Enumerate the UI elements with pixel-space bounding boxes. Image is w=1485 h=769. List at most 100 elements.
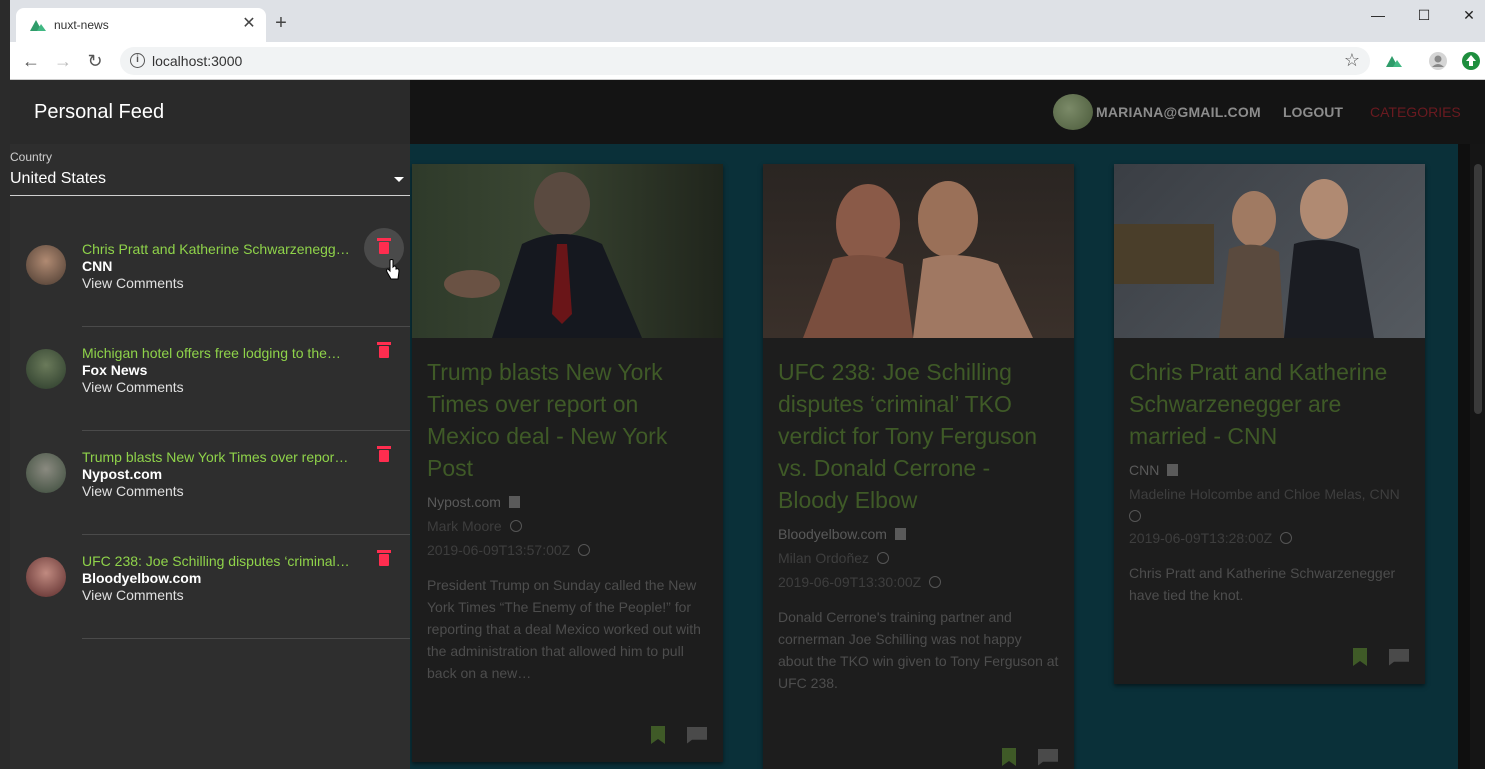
minimize-button[interactable]: — xyxy=(1363,4,1393,26)
alarm-icon xyxy=(1280,532,1293,544)
news-title[interactable]: Chris Pratt and Katherine Schwarzenegger… xyxy=(1129,356,1410,452)
face-icon xyxy=(877,552,890,564)
logout-button[interactable]: LOGOUT xyxy=(1283,104,1343,120)
url-text: localhost:3000 xyxy=(152,53,243,69)
news-date: 2019-06-09T13:30:00Z xyxy=(778,574,922,590)
news-source: Bloodyelbow.com xyxy=(778,526,887,542)
user-email[interactable]: MARIANA@GMAIL.COM xyxy=(1096,104,1261,120)
browser-tab[interactable]: nuxt-news ✕ xyxy=(16,8,266,42)
favorite-title[interactable]: Chris Pratt and Katherine Schwarzenegger… xyxy=(82,241,350,257)
news-image[interactable] xyxy=(1114,164,1425,338)
favorite-title[interactable]: Michigan hotel offers free lodging to th… xyxy=(82,345,350,361)
news-description: Donald Cerrone's training partner and co… xyxy=(778,609,1059,691)
favorite-title[interactable]: UFC 238: Joe Schilling disputes ‘crimina… xyxy=(82,553,350,569)
mouse-cursor-icon xyxy=(386,259,400,280)
view-comments-link[interactable]: View Comments xyxy=(82,587,184,603)
save-bookmark-icon[interactable] xyxy=(651,726,665,744)
news-description: Chris Pratt and Katherine Schwarzenegger… xyxy=(1129,565,1396,603)
news-card: Trump blasts New York Times over report … xyxy=(412,164,723,762)
view-comments-link[interactable]: View Comments xyxy=(82,483,184,499)
maximize-button[interactable]: ☐ xyxy=(1409,4,1439,26)
close-window-button[interactable]: ✕ xyxy=(1454,4,1484,26)
bookmark-icon xyxy=(1167,464,1179,476)
view-comments-link[interactable]: View Comments xyxy=(82,275,184,291)
trash-icon xyxy=(377,238,391,254)
trash-icon xyxy=(377,342,391,358)
nuxt-logo-icon xyxy=(30,20,46,31)
tab-close-icon[interactable]: ✕ xyxy=(240,15,258,33)
alarm-icon xyxy=(929,576,942,588)
view-comments-link[interactable]: View Comments xyxy=(82,379,184,395)
forward-button[interactable]: → xyxy=(52,51,74,73)
news-image[interactable] xyxy=(412,164,723,338)
news-author: Madeline Holcombe and Chloe Melas, CNN xyxy=(1129,486,1400,502)
tab-title: nuxt-news xyxy=(54,18,109,32)
user-avatar xyxy=(1053,94,1093,130)
reload-button[interactable]: ↻ xyxy=(84,51,106,73)
country-value: United States xyxy=(10,170,107,187)
couple-photo xyxy=(1114,179,1374,338)
face-icon xyxy=(509,520,522,532)
categories-button[interactable]: CATEGORIES xyxy=(1370,104,1461,120)
news-source: Nypost.com xyxy=(427,494,501,510)
favorite-source: Bloodyelbow.com xyxy=(82,570,202,586)
country-select[interactable]: United States xyxy=(10,168,410,196)
news-description: President Trump on Sunday called the New… xyxy=(427,577,701,681)
delete-favorite-button[interactable] xyxy=(364,540,404,580)
news-author: Mark Moore xyxy=(427,518,502,534)
page-scrollbar[interactable] xyxy=(1470,144,1485,769)
update-icon[interactable] xyxy=(1461,51,1481,71)
favorite-avatar xyxy=(26,557,66,597)
favorite-item: Chris Pratt and Katherine Schwarzenegger… xyxy=(10,223,410,327)
news-source: CNN xyxy=(1129,462,1160,478)
favorite-item: Michigan hotel offers free lodging to th… xyxy=(10,327,410,431)
country-label: Country xyxy=(10,150,53,164)
news-title[interactable]: Trump blasts New York Times over report … xyxy=(427,356,708,484)
desktop-left-strip xyxy=(0,0,10,769)
news-card: Chris Pratt and Katherine Schwarzenegger… xyxy=(1114,164,1425,684)
fighters-photo xyxy=(803,181,1033,338)
new-tab-button[interactable]: + xyxy=(270,13,292,35)
browser-tabbar: nuxt-news ✕ + — ☐ ✕ xyxy=(10,0,1485,42)
bookmark-star-icon[interactable]: ☆ xyxy=(1344,50,1360,71)
delete-favorite-button[interactable] xyxy=(364,436,404,476)
news-title[interactable]: UFC 238: Joe Schilling disputes ‘crimina… xyxy=(778,356,1059,516)
favorite-item: Trump blasts New York Times over report … xyxy=(10,431,410,535)
save-bookmark-icon[interactable] xyxy=(1353,648,1367,666)
drawer-header: Personal Feed xyxy=(10,80,410,144)
delete-favorite-button[interactable] xyxy=(364,332,404,372)
favorite-avatar xyxy=(26,245,66,285)
favorite-source: CNN xyxy=(82,258,113,274)
address-bar[interactable]: i localhost:3000 ☆ xyxy=(120,47,1370,75)
comment-icon[interactable] xyxy=(687,726,707,744)
news-author: Milan Ordoñez xyxy=(778,550,870,566)
nuxt-extension-icon[interactable] xyxy=(1384,51,1404,71)
personal-feed-drawer: Personal Feed Country United States Chri… xyxy=(10,80,410,769)
face-icon xyxy=(1129,510,1141,522)
favorite-source: Fox News xyxy=(82,362,148,378)
favorite-source: Nypost.com xyxy=(82,466,163,482)
browser-toolbar: ← → ↻ i localhost:3000 ☆ xyxy=(10,42,1485,80)
app-root: MARIANA@GMAIL.COM LOGOUT CATEGORIES Trum… xyxy=(10,80,1485,769)
favorite-avatar xyxy=(26,349,66,389)
bookmark-icon xyxy=(894,528,906,540)
dropdown-caret-icon xyxy=(394,177,404,182)
profile-icon[interactable] xyxy=(1428,51,1448,71)
comment-icon[interactable] xyxy=(1038,748,1058,766)
news-image[interactable] xyxy=(763,164,1074,338)
alarm-icon xyxy=(578,544,591,556)
info-icon[interactable]: i xyxy=(130,53,145,68)
favorite-title[interactable]: Trump blasts New York Times over report … xyxy=(82,449,350,465)
person-photo xyxy=(444,172,642,338)
save-bookmark-icon[interactable] xyxy=(1002,748,1016,766)
divider xyxy=(82,638,410,639)
trash-icon xyxy=(377,446,391,462)
trash-icon xyxy=(377,550,391,566)
comment-icon[interactable] xyxy=(1389,648,1409,666)
scrollbar-thumb[interactable] xyxy=(1474,164,1482,414)
news-date: 2019-06-09T13:57:00Z xyxy=(427,542,571,558)
favorite-item: UFC 238: Joe Schilling disputes ‘crimina… xyxy=(10,535,410,639)
bookmark-icon xyxy=(508,496,520,508)
drawer-title: Personal Feed xyxy=(34,101,165,123)
back-button[interactable]: ← xyxy=(20,51,42,73)
